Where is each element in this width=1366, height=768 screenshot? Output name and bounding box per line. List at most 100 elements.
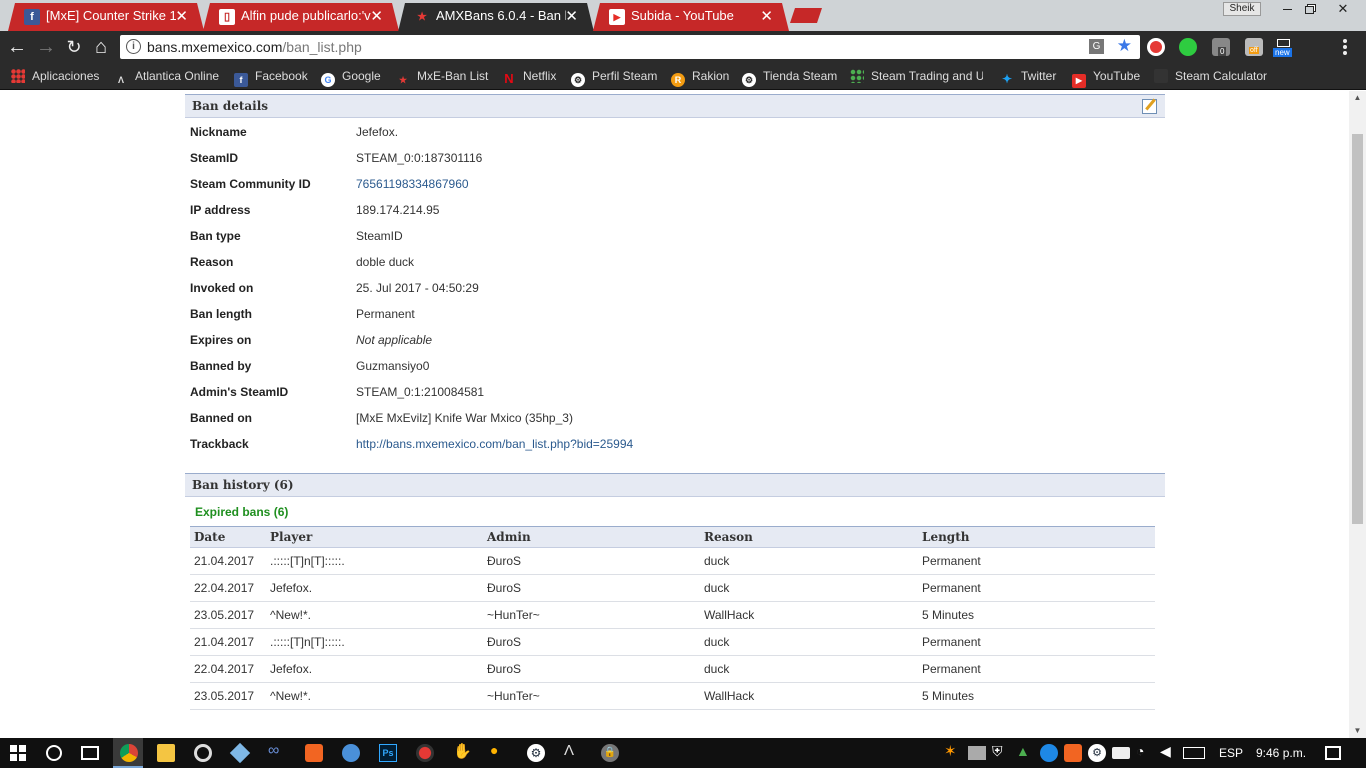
battery-icon[interactable] (1112, 747, 1130, 759)
steam-tray-icon[interactable]: ⚙ (1088, 744, 1106, 762)
detail-label: Expires on (190, 333, 252, 347)
record-app-icon[interactable] (416, 744, 434, 762)
chrome-taskbar-icon[interactable] (120, 744, 138, 762)
trackback-link[interactable]: http://bans.mxemexico.com/ban_list.php?b… (356, 434, 1056, 454)
start-button[interactable] (10, 745, 26, 761)
expired-bans-title[interactable]: Expired bans (6) (195, 505, 288, 519)
detail-label: Steam Community ID (190, 177, 311, 191)
bookmark-facebook[interactable]: f Facebook (234, 67, 308, 87)
window-close-button[interactable]: ✕ (1326, 0, 1360, 18)
close-icon[interactable]: ✕ (370, 7, 383, 25)
ban-details-header: Ban details (185, 94, 1165, 118)
atlantica-icon: Λ (117, 75, 124, 85)
close-icon[interactable]: ✕ (760, 7, 773, 25)
scrollbar-thumb[interactable] (1352, 134, 1363, 524)
new-tab-button[interactable] (790, 8, 822, 23)
avast-tray-icon[interactable]: ✶ (944, 742, 962, 760)
table-row[interactable]: 23.05.2017 ^New!*. ~HunTer~ WallHack 5 M… (190, 601, 1155, 629)
launcher-app-icon[interactable] (342, 744, 360, 762)
tab-amxbans[interactable]: ★ AMXBans 6.0.4 - Ban list ✕ (398, 3, 594, 32)
translate-icon[interactable]: G (1089, 39, 1104, 54)
reload-button[interactable]: ↻ (62, 35, 86, 59)
bookmark-star-icon[interactable]: ★ (1117, 36, 1132, 56)
bookmark-twitter[interactable]: ✦ Twitter (1000, 67, 1056, 86)
drive-tray-icon[interactable]: ▲ (1016, 743, 1034, 761)
tab-youtube[interactable]: ▶ Subida - YouTube ✕ (593, 3, 789, 31)
table-row[interactable]: 21.04.2017 .:::::[T]n[T]:::::. ĐuroS duc… (190, 547, 1155, 575)
cell-reason: duck (700, 628, 918, 656)
community-id-link[interactable]: 76561198334867960 (356, 174, 1056, 194)
twitter-icon: ✦ (1001, 72, 1013, 86)
ban-history-header[interactable]: Ban history (6) (185, 473, 1165, 497)
bookmark-atlantica-online[interactable]: Λ Atlantica Online (114, 67, 219, 85)
close-icon[interactable]: ✕ (565, 7, 578, 25)
game-app-icon[interactable]: ✋ (453, 742, 472, 760)
detail-label: Invoked on (190, 281, 254, 295)
bookmark-youtube[interactable]: ▶ YouTube (1072, 67, 1140, 88)
browser-menu-button[interactable] (1343, 39, 1347, 55)
bookmark-perfil-steam[interactable]: ⚙ Perfil Steam (571, 67, 657, 87)
home-button[interactable]: ⌂ (89, 35, 113, 59)
photoshop-icon[interactable]: Ps (379, 744, 397, 762)
table-row[interactable]: 22.04.2017 Jefefox. ĐuroS duck Permanent (190, 574, 1155, 602)
shield-tray-icon[interactable]: ⛨ (992, 743, 1010, 761)
keyboard-icon[interactable] (1183, 747, 1205, 759)
tab-mxe-counter-strike[interactable]: f [MxE] Counter Strike 1.6 ✕ (8, 3, 204, 31)
bookmark-netflix[interactable]: N Netflix (502, 67, 556, 86)
off-extension-icon[interactable]: off (1245, 38, 1263, 56)
task-view-icon[interactable] (81, 746, 99, 760)
detail-value: [MxE MxEvilz] Knife War Mxico (35hp_3) (356, 411, 573, 425)
bookmark-steam-trading[interactable]: Steam Trading and U (850, 67, 983, 85)
restore-button[interactable] (1294, 0, 1324, 18)
volume-icon[interactable]: ◀ (1160, 743, 1178, 761)
cortana-icon[interactable] (46, 745, 62, 761)
address-bar[interactable]: i bans.mxemexico.com/ban_list.php G ★ (120, 35, 1140, 59)
steam-icon: ⚙ (742, 73, 756, 87)
clock[interactable]: 9:46 p.m. (1256, 746, 1306, 760)
bookmark-steam-calculator[interactable]: Steam Calculator (1154, 67, 1267, 85)
page-scrollbar[interactable]: ▲ ▼ (1349, 91, 1366, 738)
scroll-up-icon[interactable]: ▲ (1349, 91, 1366, 105)
action-center-icon[interactable] (1325, 746, 1341, 760)
back-button[interactable]: ← (5, 35, 29, 59)
atlantica-taskbar-icon[interactable]: Λ (564, 742, 582, 760)
column-header-length: Length (918, 526, 1155, 548)
adblock-extension-icon[interactable] (1147, 38, 1165, 56)
cube-app-icon[interactable] (229, 742, 251, 764)
edit-icon[interactable] (1142, 99, 1157, 114)
scroll-down-icon[interactable]: ▼ (1349, 724, 1366, 738)
infinity-app-icon[interactable]: ∞ (268, 742, 286, 760)
orange-tray-icon[interactable] (1064, 744, 1082, 762)
close-icon[interactable]: ✕ (175, 7, 188, 25)
table-row[interactable]: 22.04.2017 Jefefox. ĐuroS duck Permanent (190, 655, 1155, 683)
steam-taskbar-icon[interactable]: ⚙ (527, 744, 545, 762)
puzzle-extension-icon[interactable]: 0 (1212, 38, 1230, 56)
forward-button[interactable]: → (34, 35, 58, 59)
profile-button[interactable]: Sheik (1223, 2, 1261, 16)
bookmark-tienda-steam[interactable]: ⚙ Tienda Steam (742, 67, 837, 87)
tab-alfin-pude[interactable]: ▯ Alfin pude publicarlo:'v ✕ (203, 3, 399, 31)
orange-app-icon[interactable] (305, 744, 323, 762)
cell-date: 21.04.2017 (190, 547, 266, 575)
column-header-date: Date (190, 526, 266, 548)
bookmark-apps[interactable]: Aplicaciones (11, 67, 99, 85)
bookmark-rakion[interactable]: R Rakion (671, 67, 729, 87)
cell-player: ^New!*. (266, 601, 483, 629)
media-player-icon[interactable] (194, 744, 212, 762)
lock-app-icon[interactable]: 🔒 (601, 744, 619, 762)
page-content: Ban details Nickname Jefefox. SteamID ST… (0, 91, 1349, 738)
wifi-icon[interactable]: ◔ (1136, 743, 1154, 761)
teamviewer-tray-icon[interactable] (1040, 744, 1058, 762)
language-indicator[interactable]: ESP (1219, 746, 1243, 760)
info-icon[interactable]: i (126, 39, 141, 54)
mail-extension-icon[interactable]: new (1273, 39, 1293, 57)
bookmark-google[interactable]: G Google (321, 67, 381, 87)
flame-app-icon[interactable]: ● (490, 742, 508, 760)
table-row[interactable]: 23.05.2017 ^New!*. ~HunTer~ WallHack 5 M… (190, 682, 1155, 710)
file-explorer-icon[interactable] (157, 744, 175, 762)
monitor-tray-icon[interactable] (968, 746, 986, 760)
table-row[interactable]: 21.04.2017 .:::::[T]n[T]:::::. ĐuroS duc… (190, 628, 1155, 656)
steam-icon: ⚙ (571, 73, 585, 87)
bookmark-mxe-ban-list[interactable]: ★ MxE-Ban List (396, 67, 488, 85)
green-extension-icon[interactable] (1179, 38, 1197, 56)
